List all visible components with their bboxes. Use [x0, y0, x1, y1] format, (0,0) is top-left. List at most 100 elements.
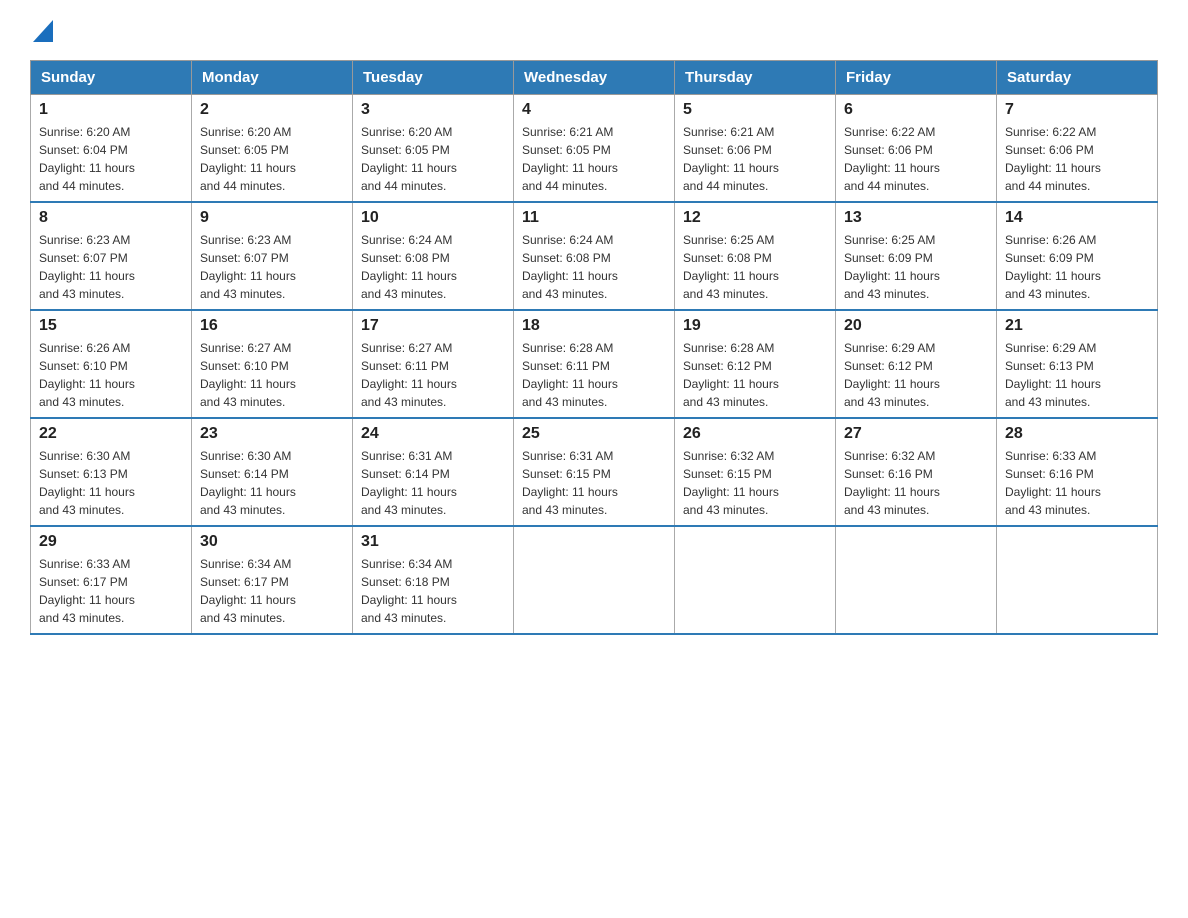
calendar-table: SundayMondayTuesdayWednesdayThursdayFrid…	[30, 60, 1158, 635]
calendar-week-row: 15 Sunrise: 6:26 AMSunset: 6:10 PMDayligh…	[31, 310, 1158, 418]
day-info: Sunrise: 6:21 AMSunset: 6:06 PMDaylight:…	[683, 123, 827, 195]
day-info: Sunrise: 6:30 AMSunset: 6:13 PMDaylight:…	[39, 447, 183, 519]
day-info: Sunrise: 6:24 AMSunset: 6:08 PMDaylight:…	[361, 231, 505, 303]
day-info: Sunrise: 6:25 AMSunset: 6:09 PMDaylight:…	[844, 231, 988, 303]
day-number: 22	[39, 425, 183, 443]
calendar-day-cell: 21 Sunrise: 6:29 AMSunset: 6:13 PMDayligh…	[997, 310, 1158, 418]
calendar-week-row: 22 Sunrise: 6:30 AMSunset: 6:13 PMDayligh…	[31, 418, 1158, 526]
calendar-day-cell: 7Sunrise: 6:22 AMSunset: 6:06 PMDaylight…	[997, 95, 1158, 203]
calendar-day-cell: 15 Sunrise: 6:26 AMSunset: 6:10 PMDayligh…	[31, 310, 192, 418]
calendar-day-header: Monday	[192, 61, 353, 95]
day-number: 5	[683, 101, 827, 119]
day-number: 26	[683, 425, 827, 443]
calendar-day-cell: 30 Sunrise: 6:34 AMSunset: 6:17 PMDayligh…	[192, 526, 353, 634]
day-info: Sunrise: 6:27 AMSunset: 6:11 PMDaylight:…	[361, 339, 505, 411]
day-info: Sunrise: 6:29 AMSunset: 6:13 PMDaylight:…	[1005, 339, 1149, 411]
calendar-day-cell: 9 Sunrise: 6:23 AMSunset: 6:07 PMDaylight…	[192, 202, 353, 310]
day-number: 11	[522, 209, 666, 227]
calendar-day-cell: 19 Sunrise: 6:28 AMSunset: 6:12 PMDayligh…	[675, 310, 836, 418]
calendar-day-cell: 31 Sunrise: 6:34 AMSunset: 6:18 PMDayligh…	[353, 526, 514, 634]
calendar-day-cell: 18Sunrise: 6:28 AMSunset: 6:11 PMDayligh…	[514, 310, 675, 418]
day-number: 19	[683, 317, 827, 335]
day-info: Sunrise: 6:28 AMSunset: 6:12 PMDaylight:…	[683, 339, 827, 411]
calendar-day-cell: 27 Sunrise: 6:32 AMSunset: 6:16 PMDayligh…	[836, 418, 997, 526]
calendar-day-cell: 26 Sunrise: 6:32 AMSunset: 6:15 PMDayligh…	[675, 418, 836, 526]
day-number: 10	[361, 209, 505, 227]
calendar-day-cell: 17 Sunrise: 6:27 AMSunset: 6:11 PMDayligh…	[353, 310, 514, 418]
calendar-day-cell: 8 Sunrise: 6:23 AMSunset: 6:07 PMDaylight…	[31, 202, 192, 310]
calendar-day-header: Saturday	[997, 61, 1158, 95]
day-info: Sunrise: 6:20 AMSunset: 6:04 PMDaylight:…	[39, 123, 183, 195]
calendar-day-cell: 16 Sunrise: 6:27 AMSunset: 6:10 PMDayligh…	[192, 310, 353, 418]
day-number: 12	[683, 209, 827, 227]
calendar-day-header: Thursday	[675, 61, 836, 95]
calendar-day-cell: 20 Sunrise: 6:29 AMSunset: 6:12 PMDayligh…	[836, 310, 997, 418]
calendar-day-cell	[675, 526, 836, 634]
day-number: 6	[844, 101, 988, 119]
day-number: 13	[844, 209, 988, 227]
day-info: Sunrise: 6:32 AMSunset: 6:16 PMDaylight:…	[844, 447, 988, 519]
calendar-day-cell	[997, 526, 1158, 634]
day-info: Sunrise: 6:22 AMSunset: 6:06 PMDaylight:…	[844, 123, 988, 195]
day-number: 21	[1005, 317, 1149, 335]
day-info: Sunrise: 6:23 AMSunset: 6:07 PMDaylight:…	[39, 231, 183, 303]
day-number: 9	[200, 209, 344, 227]
calendar-day-cell: 1Sunrise: 6:20 AMSunset: 6:04 PMDaylight…	[31, 95, 192, 203]
day-number: 20	[844, 317, 988, 335]
day-info: Sunrise: 6:29 AMSunset: 6:12 PMDaylight:…	[844, 339, 988, 411]
calendar-day-cell: 24 Sunrise: 6:31 AMSunset: 6:14 PMDayligh…	[353, 418, 514, 526]
calendar-day-cell: 22 Sunrise: 6:30 AMSunset: 6:13 PMDayligh…	[31, 418, 192, 526]
day-info: Sunrise: 6:20 AMSunset: 6:05 PMDaylight:…	[200, 123, 344, 195]
calendar-day-header: Friday	[836, 61, 997, 95]
day-info: Sunrise: 6:31 AMSunset: 6:15 PMDaylight:…	[522, 447, 666, 519]
day-number: 8	[39, 209, 183, 227]
calendar-day-cell: 12 Sunrise: 6:25 AMSunset: 6:08 PMDayligh…	[675, 202, 836, 310]
day-number: 24	[361, 425, 505, 443]
day-number: 30	[200, 533, 344, 551]
day-info: Sunrise: 6:23 AMSunset: 6:07 PMDaylight:…	[200, 231, 344, 303]
logo	[30, 20, 53, 40]
calendar-day-cell	[514, 526, 675, 634]
day-info: Sunrise: 6:30 AMSunset: 6:14 PMDaylight:…	[200, 447, 344, 519]
day-number: 2	[200, 101, 344, 119]
day-info: Sunrise: 6:24 AMSunset: 6:08 PMDaylight:…	[522, 231, 666, 303]
page-header	[30, 20, 1158, 40]
day-info: Sunrise: 6:34 AMSunset: 6:17 PMDaylight:…	[200, 555, 344, 627]
day-info: Sunrise: 6:34 AMSunset: 6:18 PMDaylight:…	[361, 555, 505, 627]
calendar-day-cell: 10 Sunrise: 6:24 AMSunset: 6:08 PMDayligh…	[353, 202, 514, 310]
day-info: Sunrise: 6:31 AMSunset: 6:14 PMDaylight:…	[361, 447, 505, 519]
day-number: 23	[200, 425, 344, 443]
day-info: Sunrise: 6:26 AMSunset: 6:10 PMDaylight:…	[39, 339, 183, 411]
calendar-week-row: 8 Sunrise: 6:23 AMSunset: 6:07 PMDaylight…	[31, 202, 1158, 310]
calendar-day-cell: 6 Sunrise: 6:22 AMSunset: 6:06 PMDaylight…	[836, 95, 997, 203]
calendar-week-row: 1Sunrise: 6:20 AMSunset: 6:04 PMDaylight…	[31, 95, 1158, 203]
day-info: Sunrise: 6:27 AMSunset: 6:10 PMDaylight:…	[200, 339, 344, 411]
day-number: 28	[1005, 425, 1149, 443]
day-info: Sunrise: 6:26 AMSunset: 6:09 PMDaylight:…	[1005, 231, 1149, 303]
day-info: Sunrise: 6:32 AMSunset: 6:15 PMDaylight:…	[683, 447, 827, 519]
day-number: 27	[844, 425, 988, 443]
day-info: Sunrise: 6:33 AMSunset: 6:17 PMDaylight:…	[39, 555, 183, 627]
day-number: 25	[522, 425, 666, 443]
day-number: 14	[1005, 209, 1149, 227]
calendar-day-cell: 5 Sunrise: 6:21 AMSunset: 6:06 PMDaylight…	[675, 95, 836, 203]
day-number: 17	[361, 317, 505, 335]
calendar-day-cell: 23 Sunrise: 6:30 AMSunset: 6:14 PMDayligh…	[192, 418, 353, 526]
calendar-day-header: Wednesday	[514, 61, 675, 95]
day-number: 29	[39, 533, 183, 551]
day-number: 15	[39, 317, 183, 335]
calendar-header-row: SundayMondayTuesdayWednesdayThursdayFrid…	[31, 61, 1158, 95]
day-number: 16	[200, 317, 344, 335]
day-info: Sunrise: 6:33 AMSunset: 6:16 PMDaylight:…	[1005, 447, 1149, 519]
day-info: Sunrise: 6:21 AMSunset: 6:05 PMDaylight:…	[522, 123, 666, 195]
day-number: 7	[1005, 101, 1149, 119]
calendar-day-cell: 11 Sunrise: 6:24 AMSunset: 6:08 PMDayligh…	[514, 202, 675, 310]
day-info: Sunrise: 6:25 AMSunset: 6:08 PMDaylight:…	[683, 231, 827, 303]
calendar-day-cell: 29 Sunrise: 6:33 AMSunset: 6:17 PMDayligh…	[31, 526, 192, 634]
calendar-day-cell: 4 Sunrise: 6:21 AMSunset: 6:05 PMDaylight…	[514, 95, 675, 203]
calendar-day-cell	[836, 526, 997, 634]
day-number: 4	[522, 101, 666, 119]
day-info: Sunrise: 6:20 AMSunset: 6:05 PMDaylight:…	[361, 123, 505, 195]
calendar-day-header: Sunday	[31, 61, 192, 95]
day-number: 31	[361, 533, 505, 551]
